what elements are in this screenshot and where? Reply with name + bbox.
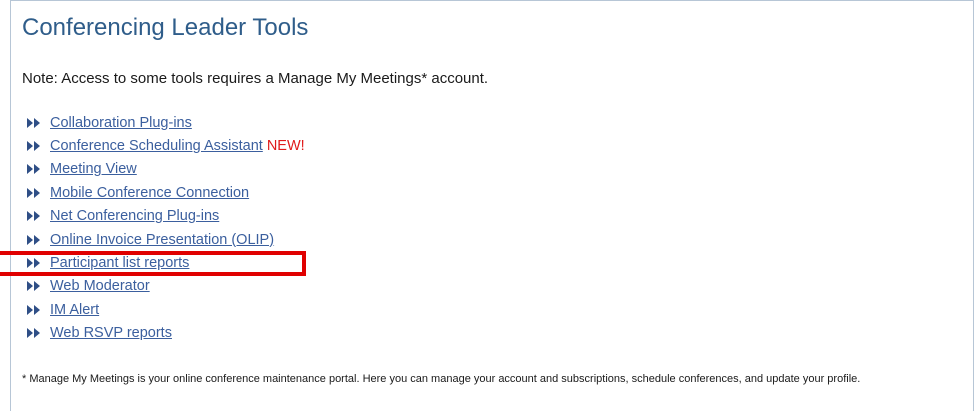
im-alert-link[interactable]: IM Alert: [50, 302, 99, 318]
collaboration-plugins-link[interactable]: Collaboration Plug-ins: [50, 115, 192, 131]
footnote: * Manage My Meetings is your online conf…: [22, 373, 861, 385]
page-title: Conferencing Leader Tools: [22, 14, 309, 41]
access-note: Note: Access to some tools requires a Ma…: [22, 70, 489, 87]
double-arrow-right-icon: [27, 211, 40, 222]
double-arrow-right-icon: [27, 234, 40, 245]
double-arrow-right-icon: [27, 328, 40, 339]
web-moderator-link[interactable]: Web Moderator: [50, 278, 150, 294]
list-item: Web Moderator: [26, 275, 305, 298]
double-arrow-right-icon: [27, 281, 40, 292]
list-item: Online Invoice Presentation (OLIP): [26, 228, 305, 251]
list-item: Collaboration Plug-ins: [26, 111, 305, 134]
new-badge: NEW!: [266, 138, 305, 155]
double-arrow-right-icon: [27, 304, 40, 315]
tool-list: Collaboration Plug-ins Conference Schedu…: [26, 111, 305, 345]
online-invoice-presentation-link[interactable]: Online Invoice Presentation (OLIP): [50, 232, 274, 248]
list-item: Net Conferencing Plug-ins: [26, 205, 305, 228]
mobile-conference-connection-link[interactable]: Mobile Conference Connection: [50, 185, 249, 201]
meeting-view-link[interactable]: Meeting View: [50, 161, 137, 177]
double-arrow-right-icon: [27, 141, 40, 152]
net-conferencing-plugins-link[interactable]: Net Conferencing Plug-ins: [50, 208, 219, 224]
double-arrow-right-icon: [27, 164, 40, 175]
double-arrow-right-icon: [27, 187, 40, 198]
list-item: IM Alert: [26, 298, 305, 321]
list-item: Web RSVP reports: [26, 322, 305, 345]
conference-scheduling-assistant-link[interactable]: Conference Scheduling Assistant: [50, 138, 263, 154]
web-rsvp-reports-link[interactable]: Web RSVP reports: [50, 325, 172, 341]
list-item: Mobile Conference Connection: [26, 181, 305, 204]
double-arrow-right-icon: [27, 117, 40, 128]
list-item: Conference Scheduling Assistant NEW!: [26, 134, 305, 157]
list-item: Meeting View: [26, 158, 305, 181]
highlight-box: [0, 251, 306, 276]
